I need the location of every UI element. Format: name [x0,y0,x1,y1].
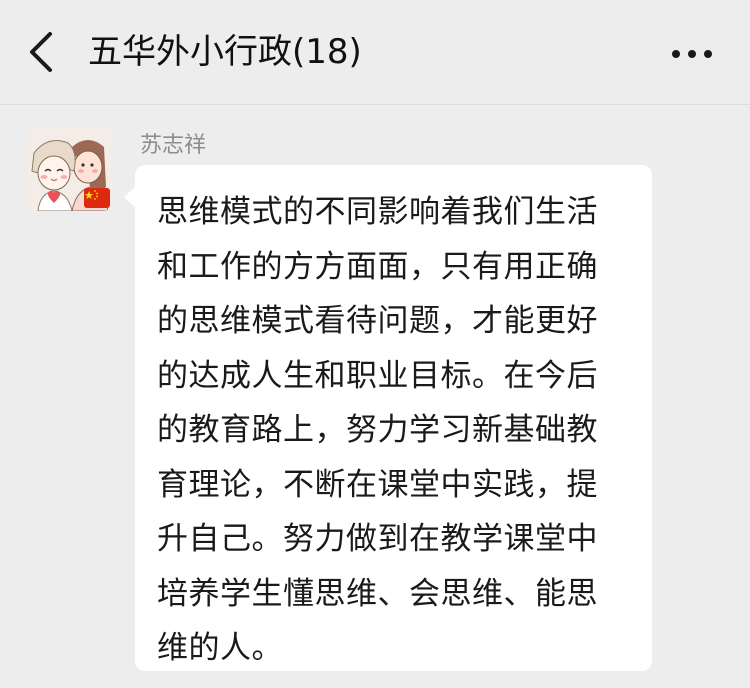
message-line: 思维模式的不同影响着我们生活 [157,194,598,230]
chat-title: 五华外小行政(18) [88,32,362,72]
message-line: 培养学生懂思维、会思维、能思 [157,575,598,612]
china-flag-icon [84,188,110,208]
sender-name: 苏志祥 [140,133,207,158]
more-options-button[interactable] [664,34,720,74]
more-dots-icon [672,50,712,58]
back-button[interactable] [22,30,66,74]
message-line: 升自己。努力做到在教学课堂中 [157,521,598,557]
message-bubble[interactable]: 思维模式的不同影响着我们生活 和工作的方方面面，只有用正确 的思维模式看待问题，… [135,165,652,671]
message-line: 育理论，不断在课堂中实践，提 [157,466,598,503]
chevron-left-icon [30,32,52,72]
message-line: 的达成人生和职业目标。在今后 [157,357,598,394]
message-line: 的思维模式看待问题，才能更好 [157,303,598,339]
chat-header: 五华外小行政(18) [0,0,750,105]
message-line: 和工作的方方面面，只有用正确 [157,248,598,285]
message-line: 维的人。 [157,630,283,666]
message-line: 的教育路上，努力学习新基础教 [157,412,598,448]
